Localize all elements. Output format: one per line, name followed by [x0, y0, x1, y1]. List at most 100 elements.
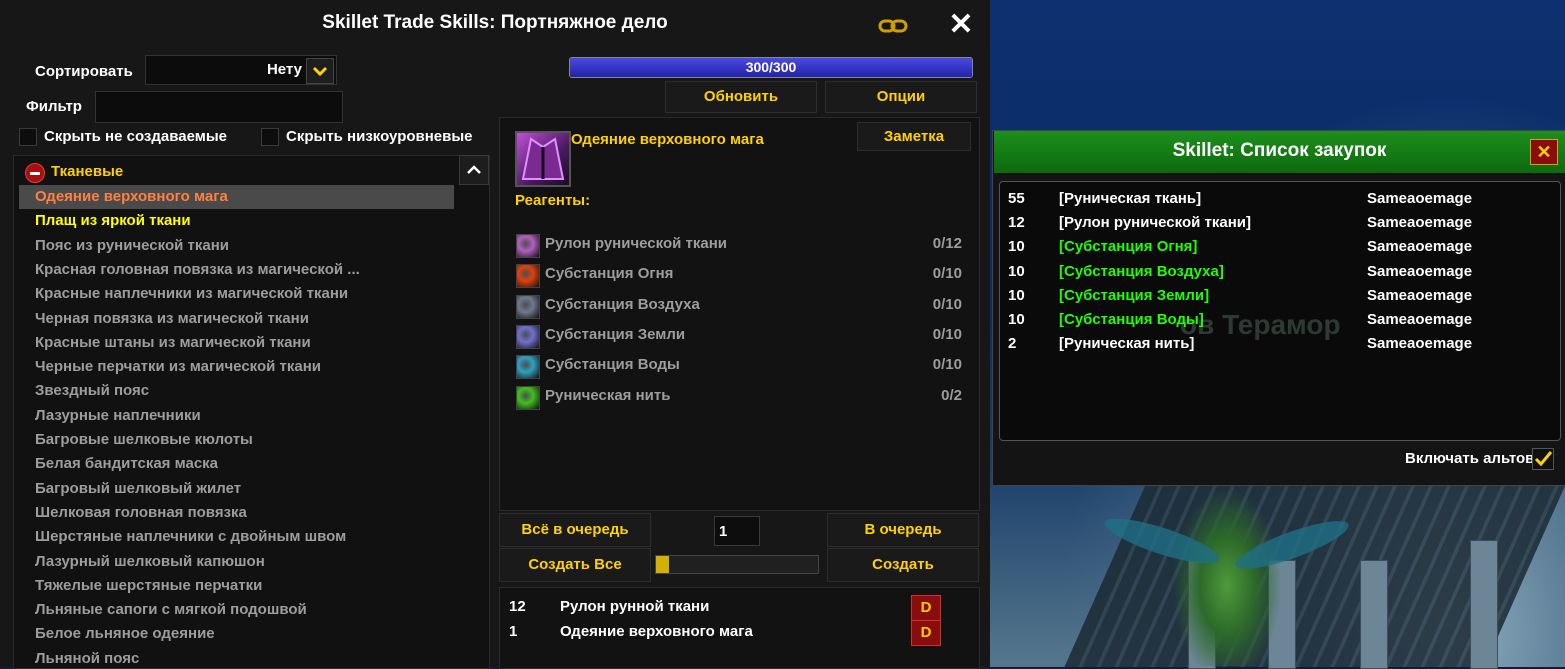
recipe-list-item[interactable]: Плащ из яркой ткани	[35, 212, 191, 229]
skillet-trade-skills-window: Skillet Trade Skills: Портняжное дело ✕ …	[0, 0, 990, 669]
recipe-list-item[interactable]: Багровые шелковые кюлоты	[35, 431, 253, 448]
checkmark-icon	[1534, 451, 1553, 467]
queue-item-count: 1	[509, 623, 518, 640]
skill-progress-bar: 300/300	[569, 57, 973, 78]
reagents-label: Реагенты:	[515, 192, 591, 209]
recipe-category[interactable]: Тканевые	[51, 163, 123, 180]
quantity-input[interactable]: 1	[714, 516, 760, 546]
options-button[interactable]: Опции	[825, 81, 977, 113]
link-chain-icon[interactable]	[878, 17, 908, 35]
chevron-down-icon[interactable]	[306, 58, 334, 84]
shopping-item-count: 55	[1008, 190, 1025, 207]
create-button[interactable]: Создать	[827, 548, 979, 582]
recipe-list-item[interactable]: Звездный пояс	[35, 382, 149, 399]
shopping-close-button[interactable]: ✕	[1530, 139, 1558, 165]
reagent-name: Субстанция Огня	[545, 265, 674, 283]
filter-input[interactable]	[95, 91, 343, 123]
shopping-item-owner: Sameaoemage	[1367, 214, 1473, 232]
fire-essence-icon[interactable]	[516, 264, 540, 289]
robe-icon[interactable]	[515, 131, 571, 187]
queue-all-button[interactable]: Всё в очередь	[499, 513, 651, 547]
shopping-item-owner: Sameaoemage	[1367, 262, 1473, 280]
shopping-item-name[interactable]: [Руническая ткань]	[1059, 190, 1201, 207]
recipe-list-item[interactable]: Лазурный шелковый капюшон	[35, 553, 265, 570]
recipe-list-item[interactable]: Черные перчатки из магической ткани	[35, 358, 321, 375]
recipe-list-item[interactable]: Белое льняное одеяние	[35, 625, 215, 642]
recipe-list-item[interactable]: Тяжелые шерстяные перчатки	[35, 577, 262, 594]
reagent-count: 0/10	[932, 265, 962, 283]
craft-progress-bar	[655, 555, 819, 574]
recipe-list-item[interactable]: Одеяние верховного мага	[35, 188, 228, 205]
recipe-list-item[interactable]: Шелковая головная повязка	[35, 504, 247, 521]
create-all-button[interactable]: Создать Все	[499, 548, 651, 582]
include-alts-checkbox[interactable]	[1532, 448, 1554, 470]
recipe-list-item[interactable]: Льняной пояс	[35, 650, 139, 667]
hide-uncraftable-checkbox[interactable]	[19, 128, 37, 146]
reagent-name: Субстанция Воды	[545, 356, 680, 374]
window-title: Skillet Trade Skills: Портняжное дело	[322, 12, 668, 33]
earth-essence-icon[interactable]	[516, 324, 540, 349]
hide-uncraftable-label: Скрыть не создаваемые	[44, 128, 228, 145]
reagent-count: 0/10	[932, 325, 962, 343]
queue-item-name: Одеяние верховного мага	[560, 623, 753, 640]
shopping-item-owner: Sameaoemage	[1367, 190, 1473, 207]
filter-label: Фильтр	[26, 98, 82, 115]
recipe-list-item[interactable]: Красная головная повязка из магической .…	[35, 261, 360, 278]
note-button[interactable]: Заметка	[857, 122, 971, 151]
shopping-item-owner: Sameaoemage	[1367, 311, 1473, 328]
recipe-list-item[interactable]: Красные наплечники из магической ткани	[35, 285, 348, 302]
shopping-item-name[interactable]: [Субстанция Огня]	[1059, 238, 1197, 255]
cloth-bolt-icon[interactable]	[516, 234, 540, 258]
collapse-category-icon[interactable]	[25, 163, 45, 183]
shopping-item-owner: Sameaoemage	[1367, 286, 1473, 304]
water-essence-icon[interactable]	[516, 355, 540, 380]
queue-item-name: Рулон рунной ткани	[560, 598, 710, 615]
reagent-count: 0/10	[932, 295, 962, 313]
shopping-item-owner: Sameaoemage	[1367, 238, 1473, 256]
hide-low-level-checkbox[interactable]	[261, 128, 279, 146]
queue-button[interactable]: В очередь	[827, 513, 979, 547]
reagent-name: Рулон рунической ткани	[545, 235, 727, 252]
shopping-item-count: 12	[1008, 214, 1025, 232]
recipe-list-item[interactable]: Пояс из рунической ткани	[35, 237, 229, 254]
reagent-count: 0/12	[932, 235, 962, 252]
shopping-item-owner: Sameaoemage	[1367, 335, 1473, 353]
shopping-item-name[interactable]: [Рулон рунической ткани]	[1059, 214, 1251, 231]
sort-label: Сортировать	[35, 63, 133, 80]
shopping-item-name[interactable]: [Руническая нить]	[1059, 335, 1194, 352]
reagent-name: Субстанция Земли	[545, 325, 686, 343]
recipe-list-item[interactable]: Льняные сапоги с мягкой подошвой	[35, 601, 307, 618]
air-essence-icon[interactable]	[516, 294, 540, 319]
queue-delete-button[interactable]: D	[911, 595, 941, 621]
recipe-list-item[interactable]: Черная повязка из магической ткани	[35, 310, 309, 327]
reagent-name: Субстанция Воздуха	[545, 295, 700, 313]
recipe-list-item[interactable]: Багровый шелковый жилет	[35, 480, 241, 497]
recipe-detail-panel	[499, 117, 980, 511]
recipe-title: Одеяние верховного мага	[571, 131, 764, 148]
recipe-list-item[interactable]: Шерстяные наплечники с двойным швом	[35, 528, 346, 545]
reagent-count: 0/10	[932, 356, 962, 374]
thread-icon[interactable]	[516, 385, 540, 410]
shopping-item-count: 2	[1008, 335, 1017, 353]
scroll-up-button[interactable]	[459, 155, 489, 185]
player-dragon-mount	[1100, 488, 1353, 666]
sort-dropdown[interactable]: Нету	[145, 55, 337, 85]
queue-delete-button[interactable]: D	[911, 620, 941, 646]
close-button[interactable]: ✕	[946, 10, 976, 40]
shopping-item-count: 10	[1008, 311, 1025, 328]
shopping-item-name[interactable]: [Субстанция Воды]	[1059, 311, 1204, 328]
recipe-list-item[interactable]: Лазурные наплечники	[35, 407, 201, 424]
include-alts-label: Включать альтов	[1405, 450, 1535, 467]
queue-item-count: 12	[509, 598, 526, 615]
recipe-list-item[interactable]: Красные штаны из магической ткани	[35, 334, 311, 351]
shopping-item-count: 10	[1008, 286, 1025, 304]
refresh-button[interactable]: Обновить	[665, 81, 817, 113]
shopping-item-name[interactable]: [Субстанция Земли]	[1059, 287, 1209, 304]
craft-progress-fill	[656, 556, 669, 573]
recipe-list-item[interactable]: Белая бандитская маска	[35, 455, 218, 472]
skill-progress-text: 300/300	[745, 59, 797, 75]
reagent-name: Руническая нить	[545, 386, 671, 404]
shopping-item-name[interactable]: [Субстанция Воздуха]	[1059, 263, 1224, 280]
reagent-count: 0/2	[941, 386, 962, 404]
sort-value: Нету	[266, 61, 302, 78]
